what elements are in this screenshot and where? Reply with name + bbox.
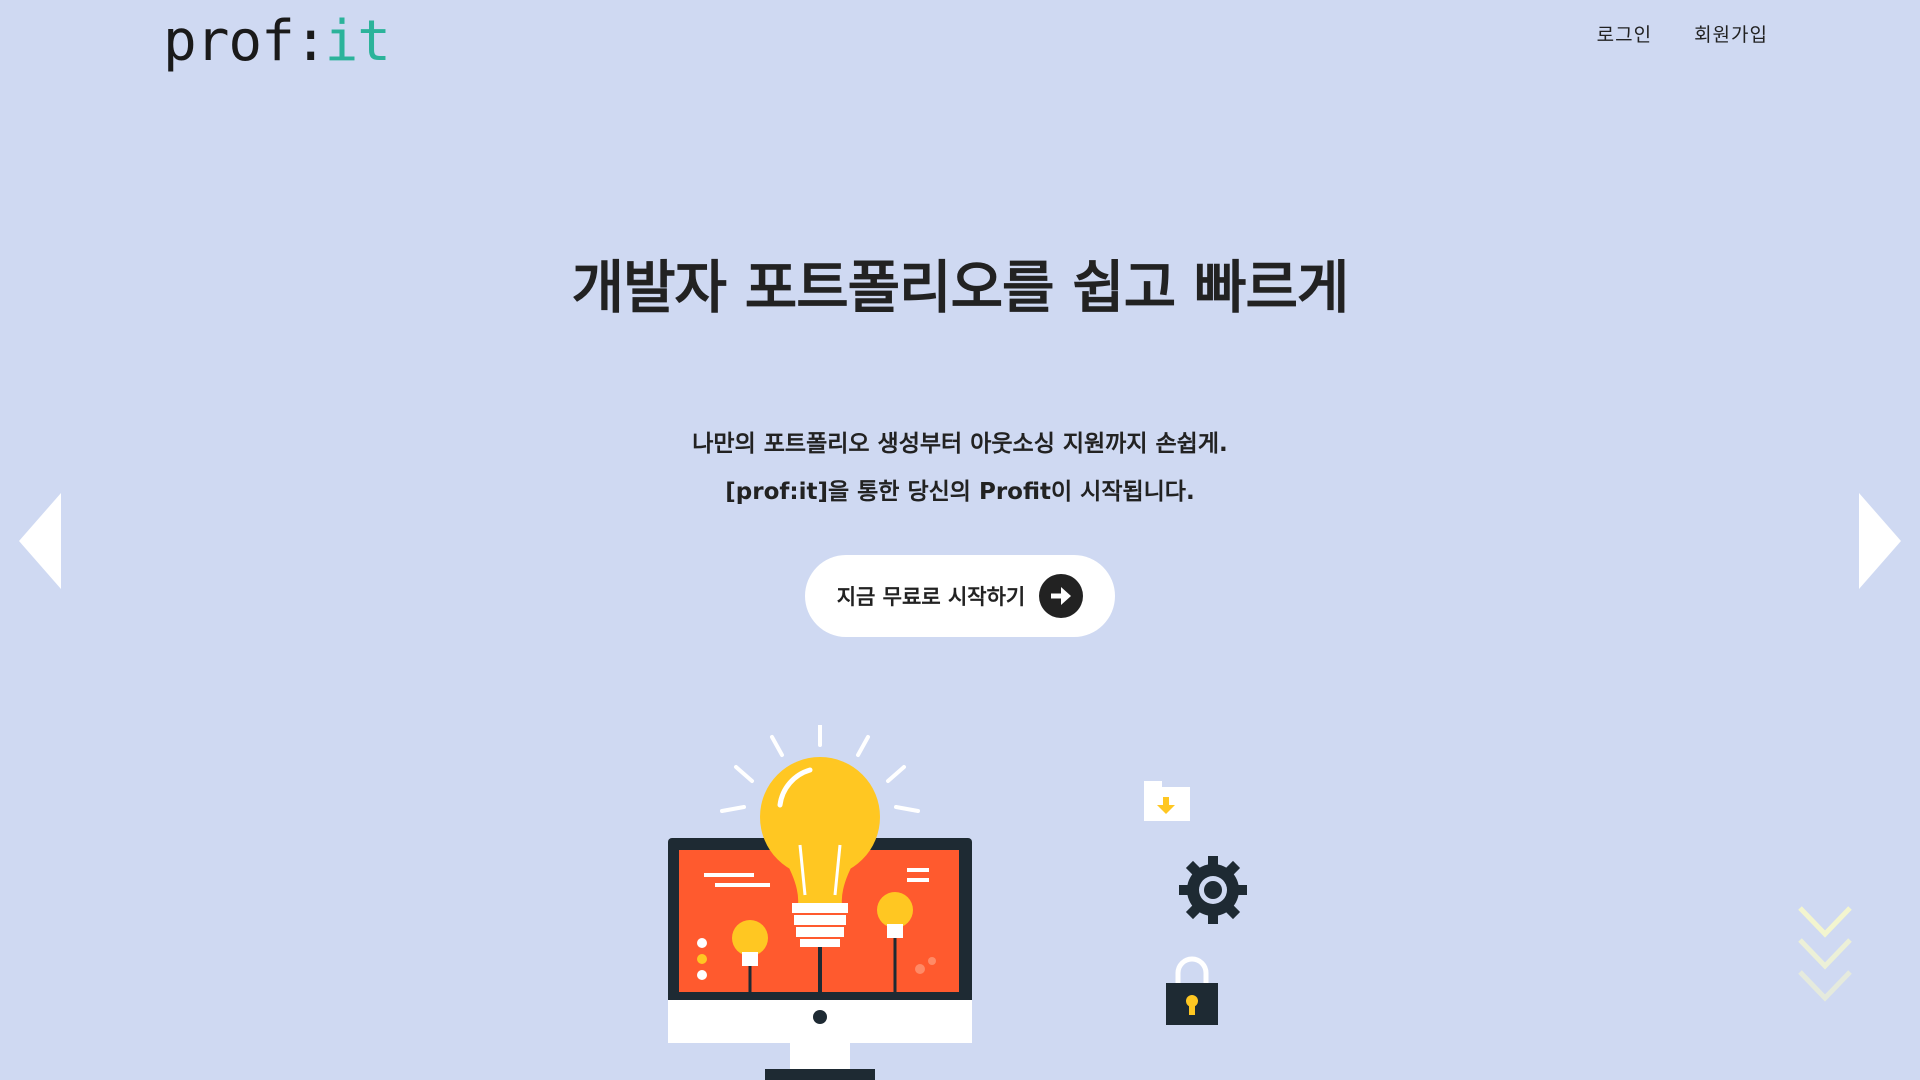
top-nav: 로그인 회원가입 xyxy=(1597,20,1768,47)
hero-subline-2: [prof:it]을 통한 당신의 Profit이 시작됩니다. xyxy=(725,479,1195,505)
logo[interactable]: prof: it xyxy=(163,9,391,74)
start-free-button[interactable]: 지금 무료로 시작하기 xyxy=(805,555,1115,637)
start-free-label: 지금 무료로 시작하기 xyxy=(836,585,1026,609)
landing-page: prof: it 로그인 회원가입 개발자 포트폴리오를 쉽고 빠르게 나만의 포… xyxy=(0,0,1920,1080)
logo-text-main: prof: xyxy=(163,9,328,74)
folder-download-icon xyxy=(1144,781,1190,821)
gear-icon xyxy=(1179,856,1247,924)
signup-link[interactable]: 회원가입 xyxy=(1694,20,1768,47)
triangle-left-icon[interactable] xyxy=(19,493,61,589)
hero-subline-1: 나만의 포트폴리오 생성부터 아웃소싱 지원까지 손쉽게. xyxy=(692,431,1228,457)
chevrons-down-icon[interactable] xyxy=(1798,906,1852,1002)
hero-illustration xyxy=(668,725,1247,1080)
login-link[interactable]: 로그인 xyxy=(1597,20,1652,47)
padlock-icon xyxy=(1166,956,1218,1025)
arrow-right-circle-icon xyxy=(1039,574,1084,618)
triangle-right-icon[interactable] xyxy=(1859,493,1901,589)
logo-text-accent: it xyxy=(324,9,391,74)
hero-headline: 개발자 포트폴리오를 쉽고 빠르게 xyxy=(571,255,1350,321)
